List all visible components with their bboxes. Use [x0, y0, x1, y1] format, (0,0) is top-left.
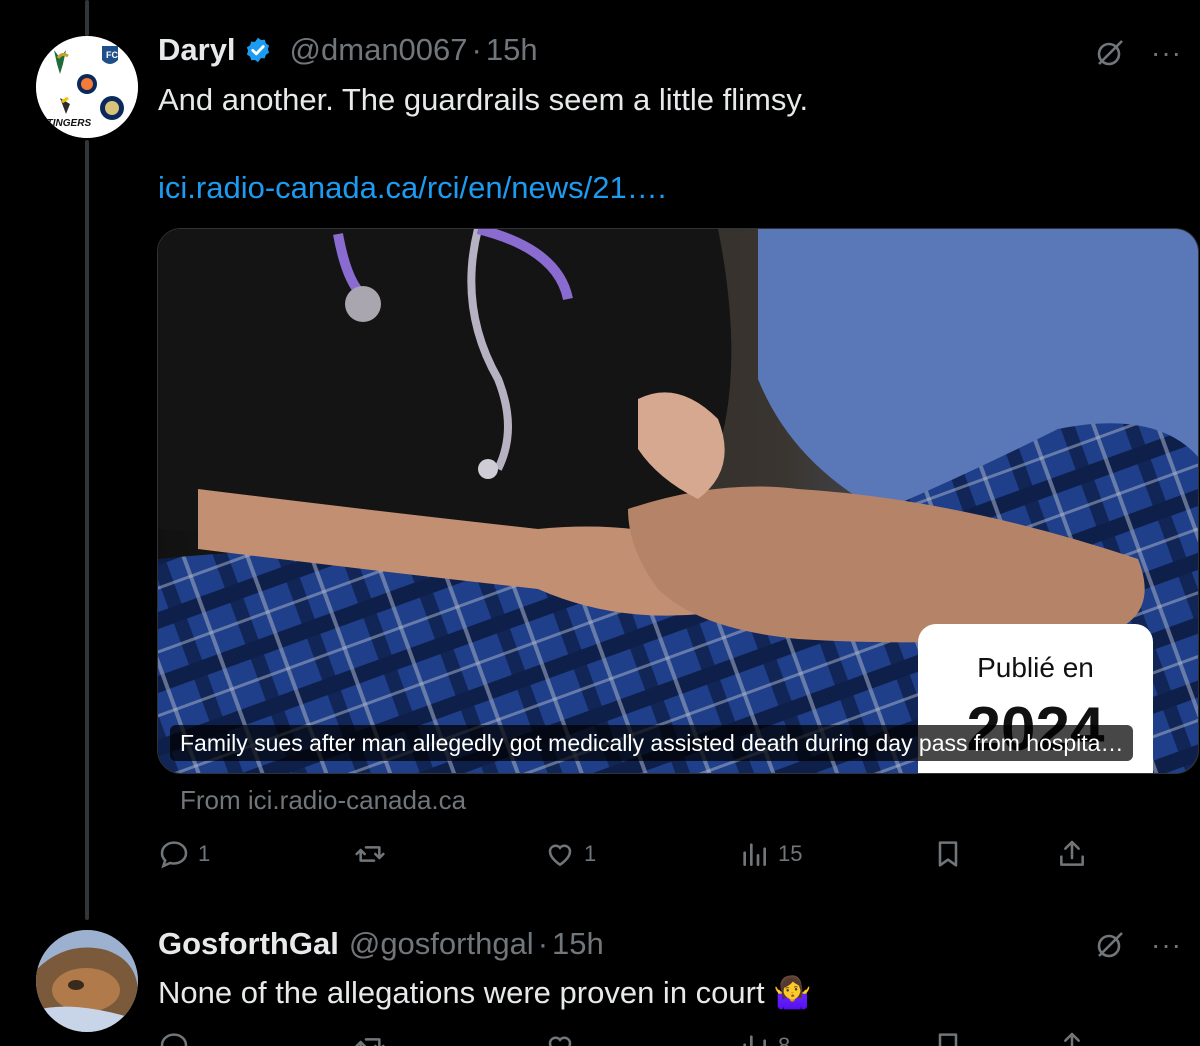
repost-button[interactable] [354, 1030, 386, 1046]
tweet-header: Daryl @dman0067 · 15h [158, 32, 538, 68]
views-count: 8 [778, 1033, 791, 1046]
repost-button[interactable] [354, 838, 394, 870]
handle[interactable]: @dman0067 [290, 32, 468, 68]
avatar-wordmark: STINGERS [40, 118, 91, 129]
tweet-actions: 8 [158, 1030, 1098, 1046]
display-name[interactable]: GosforthGal [158, 926, 339, 962]
tweet-text: None of the allegations were proven in c… [158, 975, 812, 1010]
tweet-link[interactable]: ici.radio-canada.ca/rci/en/news/21…. [158, 170, 666, 206]
bookmark-button[interactable] [932, 838, 964, 870]
display-name[interactable]: Daryl [158, 32, 236, 68]
timestamp[interactable]: 15h [552, 926, 604, 962]
thread-line [85, 140, 89, 920]
link-card[interactable]: Publié en 2024 Family sues after man all… [157, 228, 1199, 774]
reply-button[interactable]: 1 [158, 838, 210, 870]
share-button[interactable] [1056, 838, 1088, 870]
published-label: Publié en [977, 652, 1094, 683]
reply-icon [160, 1033, 188, 1046]
avatar-gosforthgal[interactable] [36, 930, 138, 1032]
tweet-actions: 1 1 15 [158, 838, 1098, 872]
separator: · [471, 32, 482, 67]
avatar-daryl[interactable]: FC STINGERS [36, 36, 138, 138]
tweet-top-actions: ··· [1095, 38, 1182, 68]
views-count: 15 [778, 841, 803, 866]
card-source[interactable]: From ici.radio-canada.ca [180, 785, 466, 816]
bookmark-icon [938, 1033, 958, 1046]
views-icon [743, 1035, 766, 1046]
share-icon [1060, 840, 1084, 866]
views-button[interactable]: 15 [738, 838, 802, 870]
thread-line-top [85, 0, 89, 36]
bookmark-button[interactable] [932, 1030, 964, 1046]
like-icon [548, 1036, 572, 1046]
handle[interactable]: @gosforthgal [349, 926, 534, 962]
like-icon [548, 844, 572, 867]
more-icon[interactable]: ··· [1151, 930, 1182, 960]
timestamp[interactable]: 15h [486, 32, 538, 68]
tweet-header: GosforthGal @gosforthgal · 15h [158, 926, 604, 962]
avatar-logos: FC STINGERS [36, 36, 138, 138]
views-icon [743, 843, 766, 866]
card-caption: Family sues after man allegedly got medi… [170, 725, 1134, 761]
like-button[interactable]: 1 [544, 838, 596, 870]
more-icon[interactable]: ··· [1151, 38, 1182, 68]
avatar-photo [36, 930, 138, 1032]
views-button[interactable]: 8 [738, 1030, 790, 1046]
repost-icon [355, 846, 385, 862]
tweet-top-actions: ··· [1095, 930, 1182, 960]
reply-button[interactable] [158, 1030, 190, 1046]
like-count: 1 [584, 841, 597, 866]
share-icon [1064, 1032, 1080, 1046]
grok-icon[interactable] [1095, 38, 1125, 68]
tweet-text: And another. The guardrails seem a littl… [158, 82, 809, 117]
separator: · [537, 926, 549, 961]
share-button[interactable] [1056, 1030, 1088, 1046]
reply-count: 1 [198, 841, 211, 866]
repost-icon [355, 1038, 385, 1046]
svg-text:FC: FC [106, 50, 118, 60]
like-button[interactable] [544, 1030, 576, 1046]
verified-badge-icon [246, 37, 269, 63]
grok-icon[interactable] [1095, 930, 1125, 960]
reply-icon [160, 841, 188, 869]
bookmark-icon [938, 841, 958, 867]
